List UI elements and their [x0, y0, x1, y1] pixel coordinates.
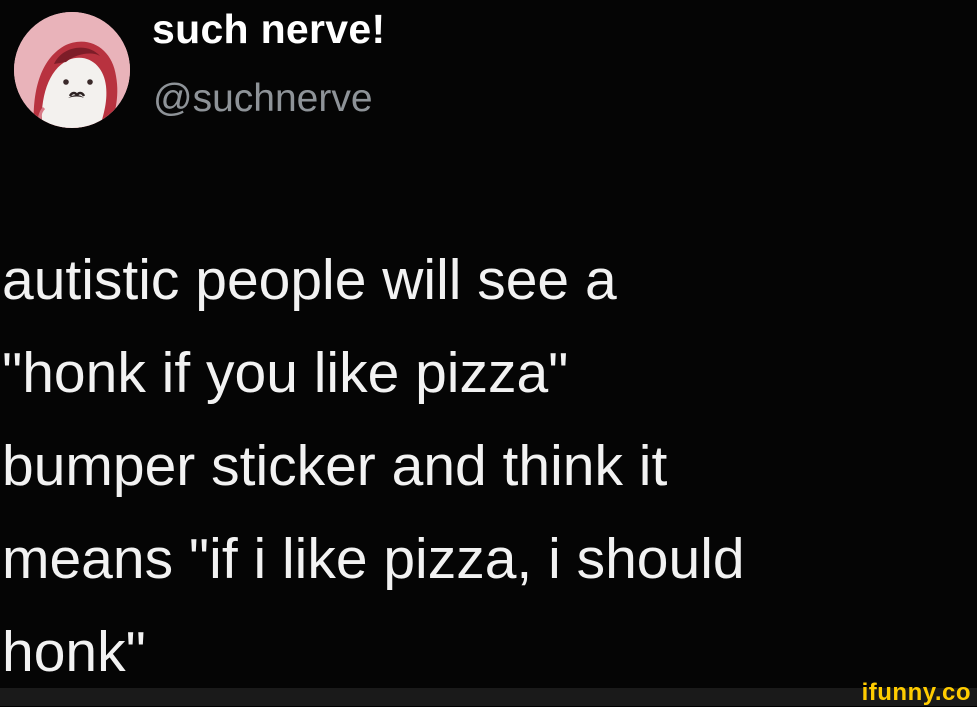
ifunny-watermark: ifunny.co [861, 679, 971, 706]
author-avatar[interactable] [14, 12, 130, 128]
author-display-name[interactable]: such nerve! [152, 6, 385, 53]
cartoon-character-avatar-icon [14, 12, 130, 128]
footer-bar [0, 688, 977, 706]
tweet-card: such nerve! @suchnerve autistic people w… [0, 0, 977, 688]
tweet-text: autistic people will see a "honk if you … [2, 248, 745, 684]
author-handle[interactable]: @suchnerve [153, 77, 373, 121]
